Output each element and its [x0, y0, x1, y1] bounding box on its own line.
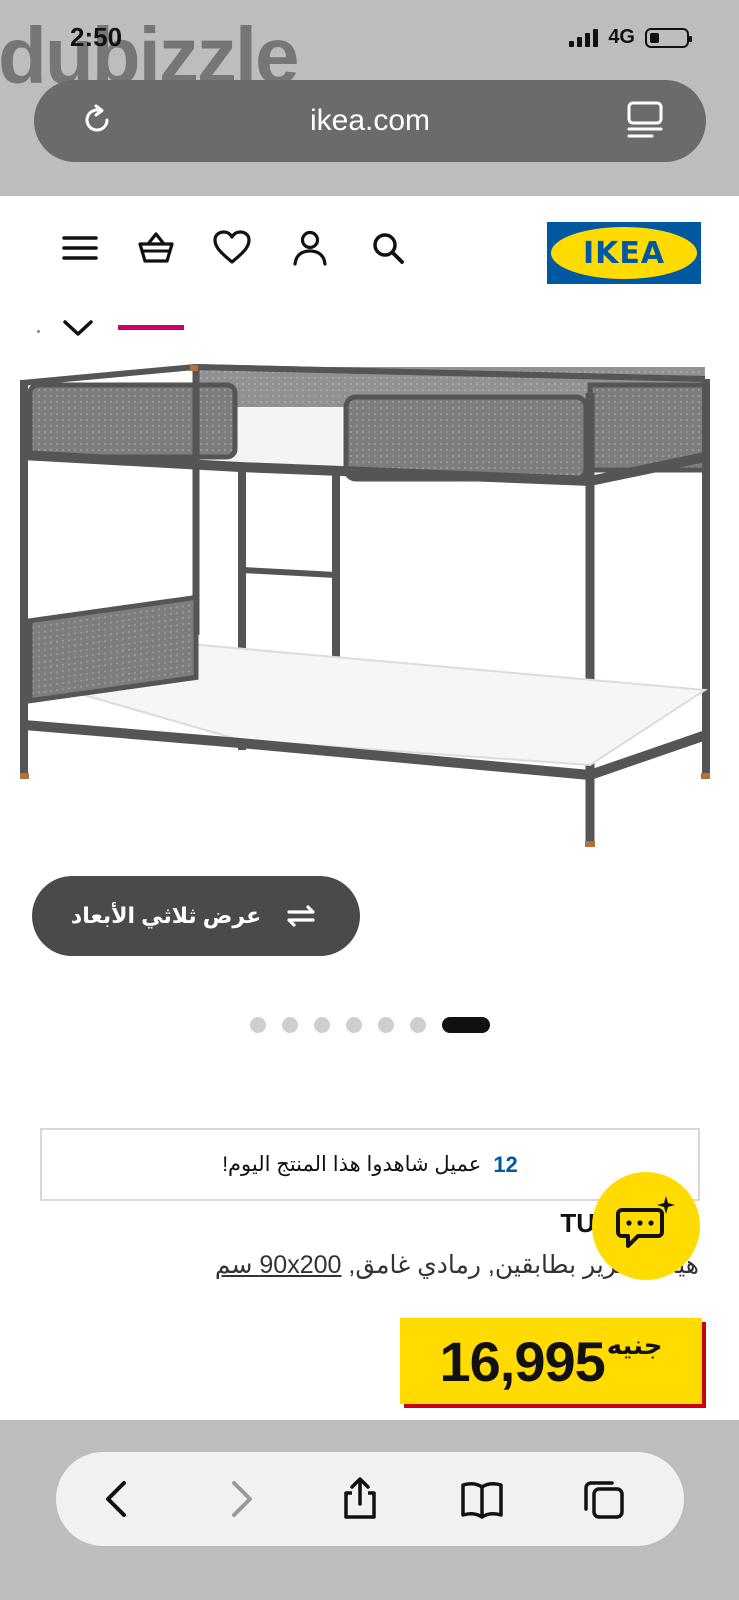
carousel-dot[interactable] [378, 1017, 394, 1033]
carousel-dot[interactable] [250, 1017, 266, 1033]
ikea-logo[interactable]: IKEA [547, 222, 701, 284]
carousel-dots [250, 1017, 490, 1033]
tabs-icon[interactable] [582, 1477, 626, 1521]
url-text[interactable]: ikea.com [34, 104, 706, 138]
site-header: IKEA [0, 196, 739, 306]
address-bar[interactable]: ikea.com [34, 80, 706, 162]
viewers-notice: 12 عميل شاهدوا هذا المنتج اليوم! [40, 1128, 700, 1201]
heart-icon[interactable] [212, 228, 252, 268]
carousel-dot[interactable] [282, 1017, 298, 1033]
carousel-dot[interactable] [410, 1017, 426, 1033]
reader-mode-icon[interactable] [626, 100, 664, 140]
ikea-logo-text: IKEA [582, 235, 666, 271]
viewers-count: 12 [493, 1151, 518, 1177]
view-3d-button[interactable]: عرض ثلاثي الأبعاد [32, 876, 360, 956]
size-link[interactable]: 90x200 سم [215, 1251, 342, 1279]
forward-icon[interactable] [218, 1477, 262, 1521]
view-3d-label: عرض ثلاثي الأبعاد [70, 903, 262, 928]
top-browser-chrome: dubizzle 2:50 4G ikea.com [0, 0, 739, 196]
separator-dot [37, 330, 40, 333]
product-name: TU [560, 1208, 595, 1238]
carousel-dot[interactable] [346, 1017, 362, 1033]
bookmarks-icon[interactable] [460, 1477, 504, 1521]
page: dubizzle 2:50 4G ikea.com IKEA عرض ثلاثي… [0, 0, 739, 1600]
price-value: 16,995 [439, 1329, 606, 1393]
bottom-browser-chrome [0, 1420, 739, 1600]
chat-sparkle-icon [616, 1196, 675, 1248]
search-icon[interactable] [368, 228, 408, 268]
menu-icon[interactable] [60, 228, 100, 268]
active-tab-indicator [118, 325, 184, 330]
carousel-dot-active[interactable] [442, 1017, 490, 1033]
price-currency: جنيه [606, 1330, 663, 1360]
share-icon[interactable] [338, 1477, 382, 1521]
chevron-down-icon[interactable] [62, 318, 94, 338]
product-image-bunk-bed[interactable] [0, 345, 739, 865]
browser-toolbar [56, 1452, 684, 1546]
price-tag: جنيه 16,995 [400, 1318, 702, 1404]
carousel-dot[interactable] [314, 1017, 330, 1033]
back-icon[interactable] [96, 1477, 140, 1521]
viewers-text: عميل شاهدوا هذا المنتج اليوم! [222, 1153, 482, 1176]
cart-icon[interactable] [136, 228, 176, 268]
battery-icon [645, 27, 692, 48]
user-icon[interactable] [290, 228, 330, 268]
network-label: 4G [608, 26, 635, 48]
status-indicators: 4G [569, 26, 692, 49]
chat-assistant-button[interactable] [592, 1172, 700, 1280]
rotate-3d-icon [287, 905, 315, 927]
ikea-logo-oval: IKEA [551, 227, 697, 279]
signal-icon [569, 28, 599, 47]
status-time: 2:50 [70, 22, 123, 52]
